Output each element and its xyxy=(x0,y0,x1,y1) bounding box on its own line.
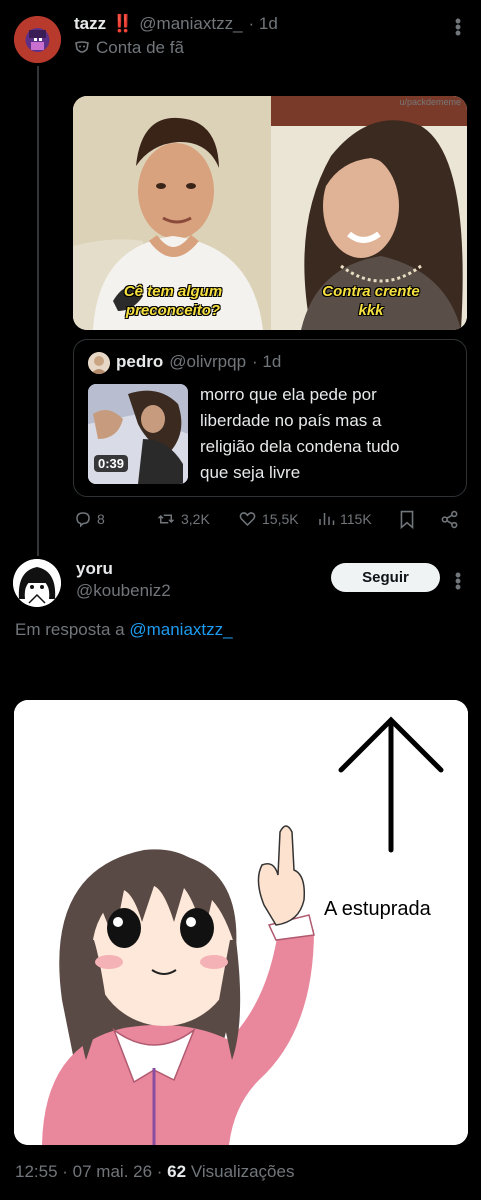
author-badge: ‼️ xyxy=(112,14,134,33)
views-count: 115K xyxy=(340,511,372,527)
meme-illustration xyxy=(14,700,468,1145)
retweet-action[interactable]: 3,2K xyxy=(156,510,210,528)
tweet-author-name[interactable]: tazz xyxy=(74,14,106,34)
retweet-icon xyxy=(157,514,175,524)
fan-account-label: Conta de fã xyxy=(96,38,184,57)
tweet-media[interactable]: u/packdememe Cê tem algum preconceito? C… xyxy=(73,96,467,330)
yoru-avatar[interactable] xyxy=(13,559,61,607)
share-icon xyxy=(441,510,458,529)
reply-author-handle[interactable]: @koubeniz2 xyxy=(76,581,171,601)
tweet-author-handle[interactable]: @maniaxtzz_ xyxy=(139,14,242,34)
reply-icon xyxy=(76,512,90,528)
post-time: 12:55 xyxy=(15,1162,58,1181)
quote-time: · 1d xyxy=(252,352,282,371)
bookmark-icon xyxy=(400,510,414,529)
quote-text: morro que ela pede por liberdade no país… xyxy=(200,385,400,482)
quote-author-handle: @olivrpqp xyxy=(169,352,247,371)
media-watermark: u/packdememe xyxy=(399,97,461,107)
meme-caption: A estuprada xyxy=(324,898,431,920)
like-count: 15,5K xyxy=(262,511,299,527)
tazz-avatar[interactable] xyxy=(14,16,61,63)
reply-count: 8 xyxy=(97,511,105,527)
post-views-count: 62 xyxy=(167,1162,187,1181)
views-action[interactable]: 115K xyxy=(317,510,372,528)
media-caption-left: Cê tem algum preconceito? xyxy=(123,283,223,319)
quote-video-thumbnail[interactable]: 0:39 xyxy=(88,384,188,484)
share-action[interactable] xyxy=(440,510,459,529)
more-options-icon[interactable]: • • • xyxy=(453,12,463,42)
bookmark-action[interactable] xyxy=(399,510,415,529)
quote-author-name: pedro xyxy=(116,352,164,371)
views-icon xyxy=(319,513,335,525)
quoted-tweet[interactable]: pedro @olivrpqp · 1d 0:39 morro que ela … xyxy=(73,339,467,497)
follow-button[interactable]: Seguir xyxy=(331,563,440,592)
like-action[interactable]: 15,5K xyxy=(238,510,299,528)
media-caption-right: Contra crente kkk xyxy=(322,283,420,319)
reply-media[interactable]: A estuprada xyxy=(14,700,468,1145)
post-views-label: Visualizações xyxy=(190,1162,295,1181)
reply-action[interactable]: 8 xyxy=(74,510,105,528)
pedro-avatar xyxy=(88,352,110,374)
tweet-actions: 8 3,2K 15,5K 115K xyxy=(74,510,464,534)
reply-more-options-icon[interactable]: • • • xyxy=(453,566,463,596)
reply-to-handle-link[interactable]: @maniaxtzz_ xyxy=(129,620,232,639)
video-duration: 0:39 xyxy=(94,455,129,472)
thread-line xyxy=(37,66,39,556)
post-date: · 07 mai. 26 · xyxy=(62,1162,163,1181)
reply-author-name[interactable]: yoru xyxy=(76,559,113,579)
retweet-count: 3,2K xyxy=(181,511,210,527)
reply-to-prefix: Em resposta a xyxy=(15,620,125,639)
heart-icon xyxy=(239,512,256,527)
tweet-time[interactable]: · 1d xyxy=(249,14,278,34)
mask-icon xyxy=(74,40,90,56)
